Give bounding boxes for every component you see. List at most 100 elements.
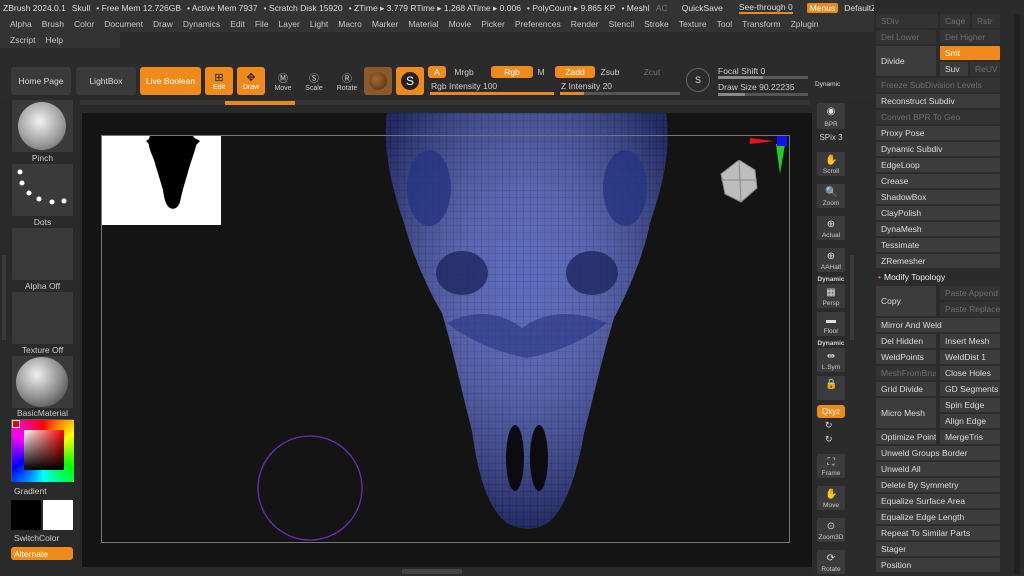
cage-button[interactable]: Cage [940,14,970,28]
switch-color-button[interactable]: SwitchColor [14,533,59,543]
palette-scrollbar[interactable] [1014,14,1020,574]
menu-draw[interactable]: Draw [153,19,173,29]
scroll-button[interactable]: ✋ Scroll [817,152,845,176]
divide-button[interactable]: Divide [876,46,936,76]
home-page-button[interactable]: Home Page [11,67,71,95]
menu-file[interactable]: File [255,19,269,29]
texture-thumbnail[interactable] [12,292,73,344]
shadowbox-section[interactable]: ShadowBox [876,190,1000,204]
alpha-thumbnail[interactable] [12,228,73,280]
navigator-thumbnail[interactable] [102,136,221,225]
zadd-button[interactable]: Zadd [555,66,595,78]
crease-section[interactable]: Crease [876,174,1000,188]
unweld-groups-border-button[interactable]: Unweld Groups Border [876,446,1000,460]
frame-button[interactable]: ⛶ Frame [817,454,845,478]
lsym-button[interactable]: ⇹ L.Sym [817,348,845,372]
focal-shift-slider[interactable] [718,76,808,79]
bpr-button[interactable]: ◉ BPR [817,103,845,129]
reconstruct-subdiv-button[interactable]: Reconstruct Subdiv [876,94,1000,108]
spix-slider[interactable]: SPix 3 [815,133,847,142]
floor-button[interactable]: ▬ Floor [817,312,845,336]
menu-layer[interactable]: Layer [279,19,300,29]
menu-zscript[interactable]: Zscript [10,35,36,45]
menu-color[interactable]: Color [74,19,94,29]
menu-light[interactable]: Light [310,19,328,29]
rotate-y-icon[interactable]: ↻ [825,420,833,431]
del-hidden-button[interactable]: Del Hidden [876,334,936,348]
material-thumbnail[interactable] [12,356,73,408]
menu-transform[interactable]: Transform [742,19,780,29]
a-button[interactable]: A [428,66,446,78]
dynamic-subdiv-section[interactable]: Dynamic Subdiv [876,142,1000,156]
copy-button[interactable]: Copy [876,286,936,316]
mergetris-button[interactable]: MergeTris [940,430,1000,444]
menu-dynamics[interactable]: Dynamics [183,19,220,29]
menu-zplugin[interactable]: Zplugin [791,19,819,29]
paste-append-button[interactable]: Paste Append [940,286,1000,300]
main-color-swatch[interactable] [11,500,41,530]
zcut-button[interactable]: Zcut [640,66,664,78]
live-boolean-button[interactable]: Live Boolean [140,67,201,95]
gd-segments-slider[interactable]: GD Segments 3 [940,382,1000,396]
menu-preferences[interactable]: Preferences [515,19,561,29]
align-edge-button[interactable]: Align Edge [940,414,1000,428]
menu-tool[interactable]: Tool [717,19,733,29]
left-tray-handle[interactable] [2,255,6,340]
lock-button[interactable]: 🔒 [817,376,845,400]
brush-thumbnail[interactable] [12,100,73,152]
menu-picker[interactable]: Picker [481,19,505,29]
edit-button[interactable]: ⊞ Edit [205,67,233,95]
micro-mesh-button[interactable]: Micro Mesh [876,398,936,428]
menu-movie[interactable]: Movie [449,19,472,29]
zremesher-section[interactable]: ZRemesher [876,254,1000,268]
zoom-button[interactable]: 🔍 Zoom [817,184,845,208]
draw-size-slider[interactable] [718,93,808,96]
top-scroll-thumb[interactable] [225,101,295,105]
position-section[interactable]: Position [876,558,1000,572]
menu-stroke[interactable]: Stroke [644,19,669,29]
brush-swatch[interactable]: S [396,67,424,95]
rotate-z-icon[interactable]: ↻ [825,434,833,445]
zsub-button[interactable]: Zsub [598,66,622,78]
delete-by-symmetry-button[interactable]: Delete By Symmetry [876,478,1000,492]
paste-replace-button[interactable]: Paste Replace [940,302,1000,316]
gradient-label[interactable]: Gradient [14,486,47,496]
top-scroll-track[interactable] [80,100,810,105]
quicksave-button[interactable]: QuickSave [682,3,723,13]
menu-stencil[interactable]: Stencil [609,19,635,29]
menu-render[interactable]: Render [571,19,599,29]
draw-button[interactable]: ✥ Draw [237,67,265,95]
color-picker[interactable] [11,419,74,482]
welddist-slider[interactable]: WeldDist 1 [940,350,1000,364]
move-view-button[interactable]: ✋ Move [817,486,845,510]
lazy-mouse-icon[interactable]: S [686,68,710,92]
default-zscript-button[interactable]: DefaultZScript [844,3,874,13]
reuv-button[interactable]: ReUV [970,62,1000,76]
alternate-button[interactable]: Alternate [11,547,73,560]
move-button[interactable]: Ⓜ Move [270,67,296,95]
spin-edge-button[interactable]: Spin Edge [940,398,1000,412]
right-tray-handle[interactable] [850,255,854,340]
bottom-tray-handle[interactable] [402,569,462,574]
sdiv-slider[interactable]: SDiv [876,14,938,28]
close-holes-button[interactable]: Close Holes [940,366,1000,380]
meshfrombrush-button[interactable]: MeshFromBrush [876,366,936,380]
lightbox-button[interactable]: LightBox [76,67,136,95]
mrgb-button[interactable]: Mrgb [450,66,478,78]
unweld-all-button[interactable]: Unweld All [876,462,1000,476]
actual-button[interactable]: ⊕ Actual [817,216,845,240]
tessimate-section[interactable]: Tessimate [876,238,1000,252]
menu-macro[interactable]: Macro [338,19,362,29]
menu-texture[interactable]: Texture [679,19,707,29]
repeat-to-similar-parts-button[interactable]: Repeat To Similar Parts [876,526,1000,540]
proxy-pose-section[interactable]: Proxy Pose [876,126,1000,140]
menu-document[interactable]: Document [104,19,143,29]
weldpoints-button[interactable]: WeldPoints [876,350,936,364]
orientation-head-icon[interactable] [719,160,759,204]
aahalf-button[interactable]: ⊕ AAHalf [817,248,845,272]
equalize-surface-area-button[interactable]: Equalize Surface Area [876,494,1000,508]
claypolish-section[interactable]: ClayPolish [876,206,1000,220]
menu-brush[interactable]: Brush [42,19,64,29]
del-higher-button[interactable]: Del Higher [940,30,1000,44]
sv-square[interactable] [24,430,64,470]
